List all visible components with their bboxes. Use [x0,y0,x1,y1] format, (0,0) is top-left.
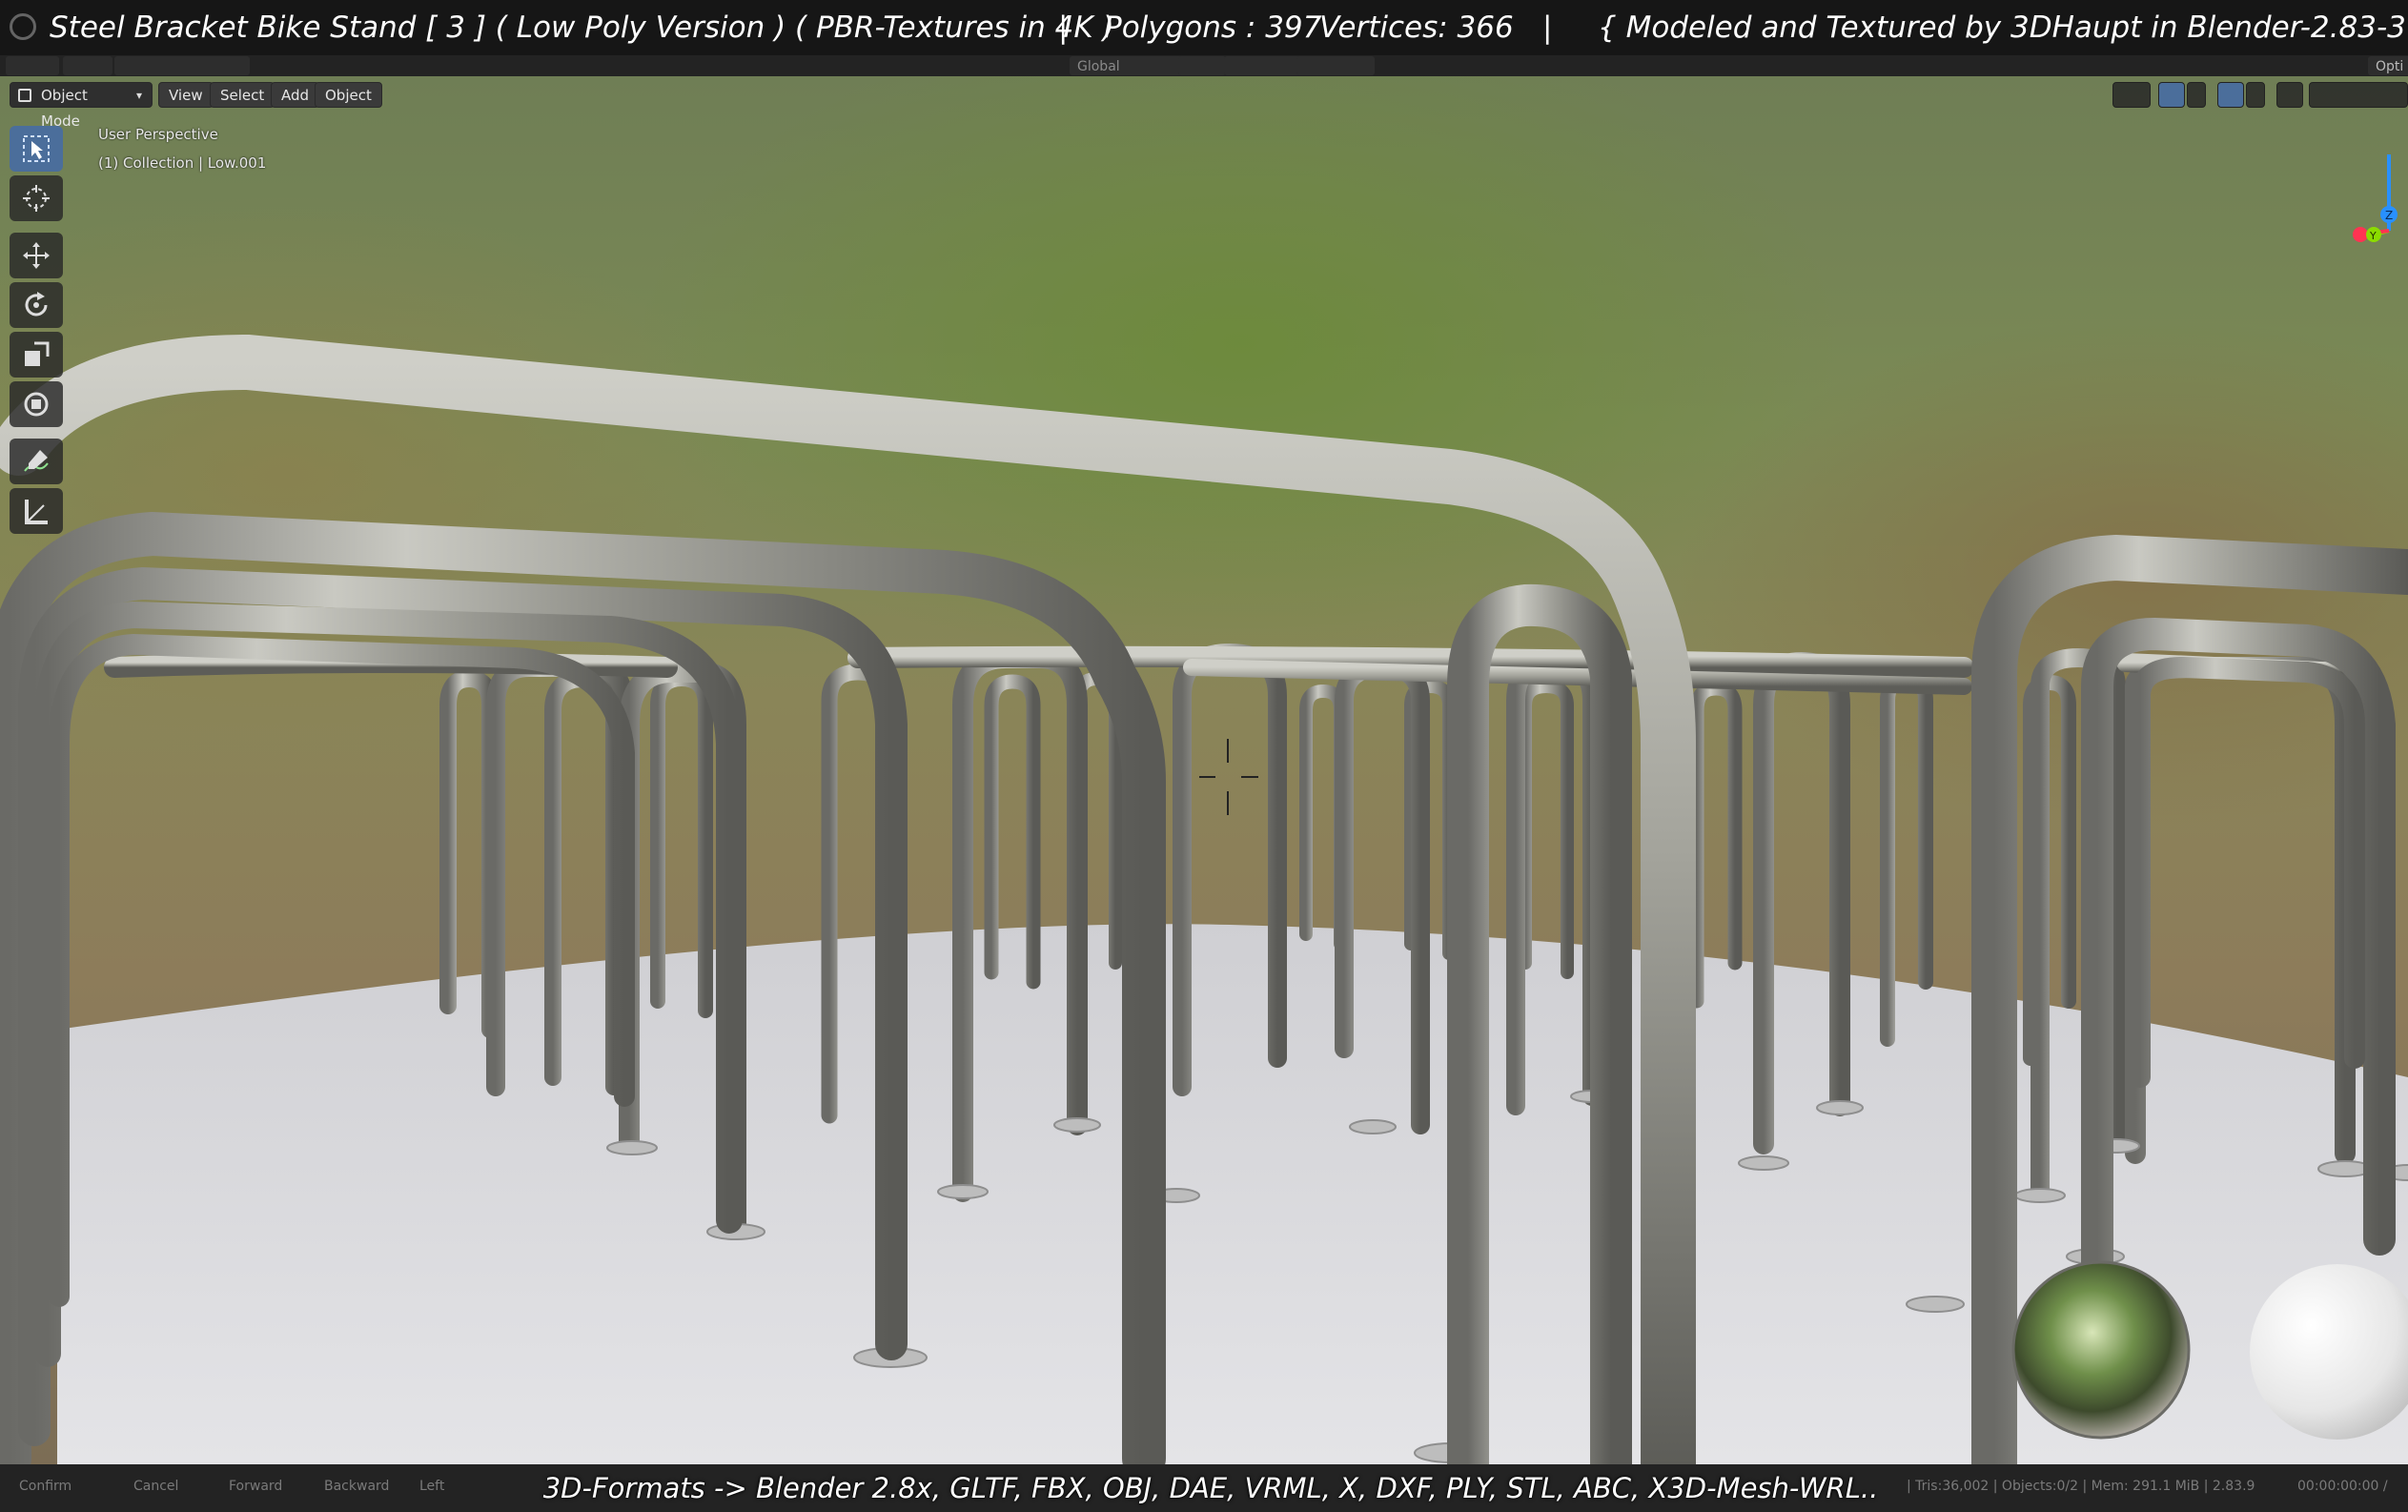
transform-icon [24,392,49,417]
object-mode-icon [18,89,31,102]
status-forward: Forward [229,1479,283,1494]
status-scene-stats: | Tris:36,002 | Objects:0/2 | Mem: 291.1… [1907,1479,2255,1494]
3d-cursor-icon [1199,739,1258,815]
tool-measure[interactable] [10,488,63,534]
tool-move[interactable] [10,233,63,278]
annotate-icon [24,450,49,472]
status-left: Left [419,1479,445,1494]
banner-separator: | [1542,10,1553,45]
top-banner: Steel Bracket Bike Stand [ 3 ] ( Low Pol… [0,0,2408,55]
tool-select-box[interactable] [10,126,63,172]
orientation-dropdown[interactable]: Global [1070,56,1186,75]
scale-icon [25,341,50,366]
gizmo-dropdown[interactable] [2187,82,2206,108]
banner-separator: | [1058,10,1069,45]
tool-transform[interactable] [10,381,63,427]
options-button[interactable]: Opti [2368,56,2408,75]
tool-scale[interactable] [10,332,63,378]
select-mode-button[interactable] [63,56,112,75]
chevron-down-icon: ▾ [135,89,142,102]
x-axis-icon [2353,227,2368,242]
formats-banner: 3D-Formats -> Blender 2.8x, GLTF, FBX, O… [542,1472,1879,1504]
measure-icon [25,500,48,524]
visibility-dropdown[interactable] [2112,82,2151,108]
status-backward: Backward [324,1479,390,1494]
rotate-icon [25,292,48,317]
banner-polygons: Polygons : 397 [1104,10,1322,45]
collection-label: (1) Collection | Low.001 [98,154,267,172]
proportional-edit-toggle[interactable] [1296,56,1375,75]
banner-title: Steel Bracket Bike Stand [ 3 ] ( Low Pol… [50,10,1114,45]
blender-logo-icon [10,13,36,40]
editor-type-button[interactable] [6,56,59,75]
menu-select[interactable]: Select [210,82,275,108]
tool-cursor[interactable] [10,175,63,221]
gizmo-toggle[interactable] [2158,82,2185,108]
y-axis-label: Y [2369,230,2377,242]
status-confirm: Confirm [19,1479,72,1494]
banner-vertices: Vertices: 366 [1319,10,1514,45]
hdri-preview-sphere [2011,1260,2191,1440]
transform-mode-buttons[interactable] [114,56,250,75]
pivot-dropdown[interactable] [1178,56,1226,75]
tool-rotate[interactable] [10,282,63,328]
overlay-toggle[interactable] [2217,82,2244,108]
status-cancel: Cancel [133,1479,179,1494]
tool-settings-header: Global Opti [0,55,2408,76]
overlay-dropdown[interactable] [2246,82,2265,108]
menu-add[interactable]: Add [271,82,320,108]
menu-view[interactable]: View [158,82,214,108]
menu-object[interactable]: Object [315,82,382,108]
xray-toggle[interactable] [2276,82,2303,108]
navigation-gizmo[interactable]: Z Y [2326,126,2408,269]
scene-render[interactable] [0,76,2408,1464]
banner-credit: { Modeled and Textured by 3DHaupt in Ble… [1598,10,2408,45]
cursor-icon [23,185,50,212]
3d-viewport[interactable]: Object Mode ▾ View Select Add Object Use… [0,76,2408,1464]
tool-annotate[interactable] [10,439,63,484]
perspective-label: User Perspective [98,126,218,143]
select-box-icon [23,135,50,162]
move-icon [23,242,50,269]
object-mode-dropdown[interactable]: Object Mode ▾ [10,82,153,130]
snap-toggle[interactable] [1224,56,1302,75]
status-time: 00:00:00:00 / [2297,1479,2388,1494]
shading-mode-buttons[interactable] [2309,82,2408,108]
z-axis-label: Z [2385,209,2393,222]
